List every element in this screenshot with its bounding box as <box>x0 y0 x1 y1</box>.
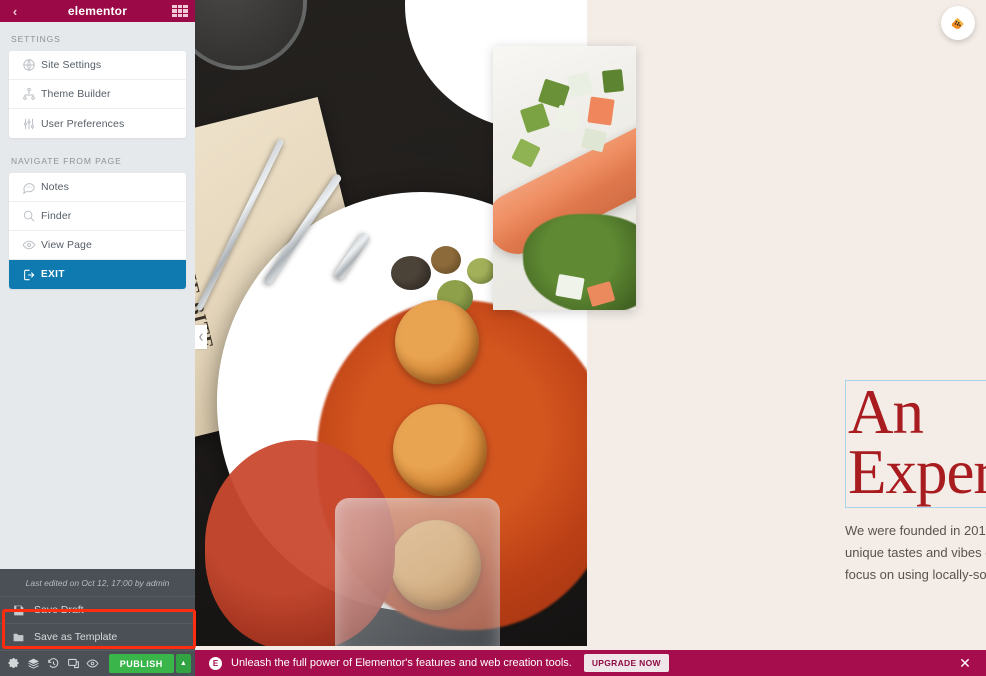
navigator-layers-icon[interactable] <box>24 651 44 676</box>
close-icon[interactable]: ✕ <box>952 656 978 670</box>
sliders-icon <box>17 117 41 131</box>
comment-icon <box>17 180 41 194</box>
sidebar-item-label: EXIT <box>41 269 65 280</box>
olive-black <box>391 256 431 290</box>
heading-line-1: An <box>848 377 924 447</box>
floppy-disk-icon <box>12 604 34 617</box>
history-revisions-icon[interactable] <box>44 651 64 676</box>
olive-brown <box>431 246 461 274</box>
save-draft-button[interactable]: Save Draft <box>0 596 195 623</box>
folder-icon <box>12 631 34 644</box>
group-title-settings: SETTINGS <box>11 34 61 44</box>
sidebar-item-finder[interactable]: Finder <box>9 202 186 231</box>
publish-button[interactable]: PUBLISH <box>108 654 174 673</box>
elementor-editor-window: ‹ elementor SETTINGS Site Settings Theme… <box>0 0 986 676</box>
panel-collapse-handle[interactable]: ❮ <box>195 325 207 349</box>
paint-hand-glyph <box>951 17 964 29</box>
sidebar-item-view-page[interactable]: View Page <box>9 231 186 260</box>
editor-sidebar-panel: ‹ elementor SETTINGS Site Settings Theme… <box>0 0 195 676</box>
promo-message: Unleash the full power of Elementor's fe… <box>231 657 572 669</box>
heading-widget[interactable]: An Experience <box>845 380 986 508</box>
sidebar-item-exit[interactable]: EXIT <box>9 260 186 289</box>
croquette-1 <box>395 300 479 384</box>
elementor-logo-icon: E <box>209 656 222 670</box>
group-title-navigate: NAVIGATE FROM PAGE <box>11 156 122 166</box>
sidebar-item-label: Theme Builder <box>41 88 111 100</box>
sitemap-icon <box>17 87 41 101</box>
preview-eye-icon[interactable] <box>83 651 103 676</box>
sidebar-item-label: User Preferences <box>41 117 125 130</box>
sidebar-item-label: View Page <box>41 239 92 251</box>
search-icon <box>17 209 41 223</box>
about-text-section: An Experience We were founded in 2016 wi… <box>845 380 986 587</box>
save-as-template-button[interactable]: Save as Template <box>0 623 195 650</box>
salmon-dish-photo <box>493 46 636 310</box>
panel-body: SETTINGS Site Settings Theme Builder Use… <box>0 22 195 569</box>
sidebar-item-label: Notes <box>41 181 69 193</box>
last-edited-text: Last edited on Oct 12, 17:00 by admin <box>25 578 170 588</box>
croquette-2 <box>393 404 487 496</box>
panel-header: ‹ elementor <box>0 0 195 22</box>
sidebar-item-site-settings[interactable]: Site Settings <box>9 51 186 80</box>
upgrade-promo-banner: E Unleash the full power of Elementor's … <box>195 650 986 676</box>
globe-icon <box>17 58 41 72</box>
responsive-mode-icon[interactable] <box>63 651 83 676</box>
save-as-template-label: Save as Template <box>34 631 118 643</box>
caret-up-icon[interactable]: ▲ <box>175 654 192 673</box>
chevron-left-icon[interactable]: ‹ <box>6 5 24 18</box>
water-tumbler <box>335 498 500 646</box>
page-preview-canvas: ❮ THE BITE <box>195 0 986 650</box>
exit-icon <box>17 268 41 282</box>
sidebar-item-label: Finder <box>41 210 72 222</box>
sidebar-item-notes[interactable]: Notes <box>9 173 186 202</box>
olive-green-2 <box>467 258 495 284</box>
panel-footer: Last edited on Oct 12, 17:00 by admin Sa… <box>0 569 195 676</box>
eye-icon <box>17 238 41 252</box>
panel-title: elementor <box>67 4 128 18</box>
about-body-text: We were founded in 2016 with a vision to… <box>845 522 986 583</box>
apps-grid-icon[interactable] <box>171 4 189 18</box>
settings-menu-card: Site Settings Theme Builder User Prefere… <box>9 51 186 138</box>
editor-bottom-toolbar: PUBLISH ▲ <box>0 650 195 676</box>
sidebar-item-theme-builder[interactable]: Theme Builder <box>9 80 186 109</box>
sidebar-item-user-preferences[interactable]: User Preferences <box>9 109 186 138</box>
navigate-menu-card: Notes Finder View Page EXIT <box>9 173 186 289</box>
heading-line-2: Experience <box>848 436 986 507</box>
paint-hand-icon[interactable] <box>941 6 975 40</box>
upgrade-now-button[interactable]: UPGRADE NOW <box>583 654 669 672</box>
sidebar-item-label: Site Settings <box>41 59 102 71</box>
settings-gear-icon[interactable] <box>4 651 24 676</box>
save-draft-label: Save Draft <box>34 604 84 616</box>
wine-glass-top <box>195 0 307 70</box>
